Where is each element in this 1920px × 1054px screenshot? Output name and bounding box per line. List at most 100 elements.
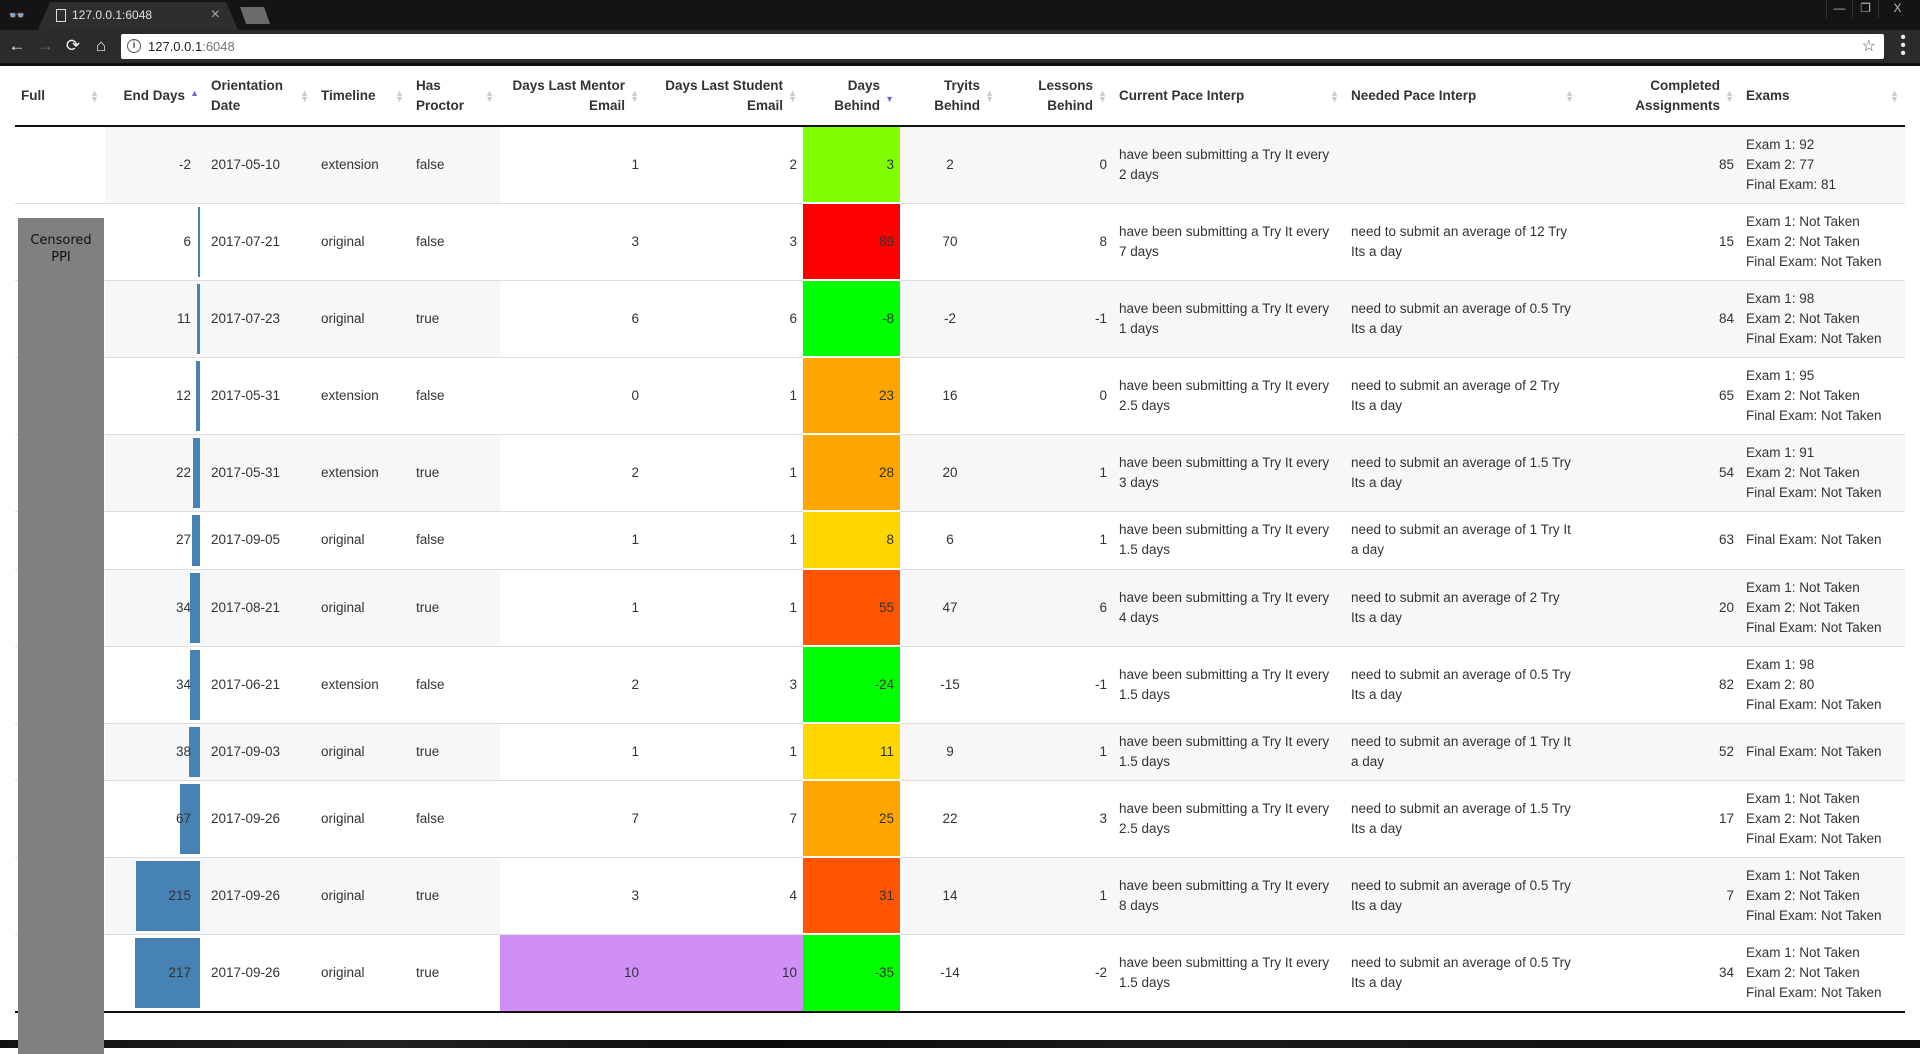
sort-down-icon: ▼ (630, 93, 639, 104)
cell-exams: Exam 1: Not Taken Exam 2: Not Taken Final … (1740, 779, 1905, 857)
cell-current-pace: have been submitting a Try It every 1.5 … (1113, 722, 1345, 780)
sort-icon[interactable]: ▲▼ (1725, 88, 1734, 103)
cell-timeline: original (315, 202, 410, 280)
cell-days-last-student-email: 3 (645, 645, 803, 723)
cell-orientation-date: 2017-08-21 (205, 568, 315, 646)
sort-icon[interactable]: ▲▼ (985, 88, 994, 103)
exam-line: Exam 1: 98 (1746, 656, 1815, 672)
table-row[interactable]: 38 2017-09-03 original true 1 1 11 9 1 have been … (15, 722, 1905, 780)
column-header-needed-pace[interactable]: Needed Pace Interp ▲ ▼ (1345, 66, 1580, 127)
cell-current-pace: have been submitting a Try It every 2.5 … (1113, 779, 1345, 857)
cell-tryits-behind: 2 (900, 126, 1000, 203)
table-row[interactable]: 34 2017-06-21 extension false 2 3 -24 -15 -1 have… (15, 645, 1905, 723)
cell-orientation-date: 2017-05-10 (205, 126, 315, 203)
column-header-completed[interactable]: Completed Assignments ▲ ▼ (1580, 66, 1740, 127)
back-icon[interactable]: ← (6, 35, 28, 57)
sort-icon[interactable]: ▲▼ (190, 88, 199, 102)
window-close-button[interactable]: X (1878, 0, 1916, 18)
cell-timeline: original (315, 279, 410, 357)
exam-line: Exam 2: Not Taken (1746, 310, 1860, 326)
exam-line: Exam 1: Not Taken (1746, 944, 1860, 960)
cell-days-last-mentor-email: 3 (500, 856, 645, 934)
column-header-days-behind[interactable]: Days Behind ▲▼ (803, 66, 900, 127)
cell-has-proctor: true (410, 933, 500, 1011)
cell-lessons-behind: 0 (1000, 356, 1113, 434)
table-row[interactable]: 217 2017-09-26 original true 10 10 -35 -14 -2 hav… (15, 933, 1905, 1011)
page-icon (56, 9, 66, 22)
cell-days-behind: 23 (803, 356, 900, 434)
sort-icon[interactable]: ▲▼ (300, 88, 309, 103)
end-days-value: 27 (175, 532, 191, 547)
table-row[interactable]: 67 2017-09-26 original false 7 7 25 22 3 have bee… (15, 779, 1905, 857)
sort-icon[interactable]: ▲▼ (885, 90, 894, 103)
cell-has-proctor: true (410, 856, 500, 934)
column-header-days-last-student-email[interactable]: Days Last Student Email ▲ ▼ (645, 66, 803, 127)
cell-lessons-behind: -1 (1000, 279, 1113, 357)
column-header-orientation-date[interactable]: Orientation Date ▲ ▼ (205, 66, 315, 127)
cell-lessons-behind: 8 (1000, 202, 1113, 280)
table-row[interactable]: 34 2017-08-21 original true 1 1 55 47 6 have been… (15, 568, 1905, 646)
cell-current-pace: have been submitting a Try It every 2.5 … (1113, 356, 1345, 434)
cell-days-behind: -24 (803, 645, 900, 723)
column-header-lessons-behind[interactable]: Lessons Behind ▲ ▼ (1000, 66, 1113, 127)
exam-line: Exam 1: Not Taken (1746, 867, 1860, 883)
cell-needed-pace: need to submit an average of 0.5 Try Its… (1345, 933, 1580, 1011)
cell-timeline: extension (315, 433, 410, 511)
browser-tab[interactable]: 127.0.0.1:6048 × (38, 2, 238, 30)
table-row[interactable]: 6 2017-07-21 original false 3 3 89 70 8 have been… (15, 202, 1905, 280)
table-row[interactable]: 12 2017-05-31 extension false 0 1 23 16 0 have be… (15, 356, 1905, 434)
browser-menu-icon[interactable]: • • • (1896, 30, 1910, 62)
column-header-current-pace[interactable]: Current Pace Interp ▲ ▼ (1113, 66, 1345, 127)
column-header-end-days[interactable]: End Days ▲▼ (105, 66, 205, 127)
cell-has-proctor: false (410, 645, 500, 723)
table-row[interactable]: 215 2017-09-26 original true 3 4 31 14 1 have bee… (15, 856, 1905, 934)
column-header-has-proctor[interactable]: Has Proctor ▲ ▼ (410, 66, 500, 127)
column-header-days-last-mentor-email[interactable]: Days Last Mentor Email ▲ ▼ (500, 66, 645, 127)
new-tab-button[interactable] (240, 7, 270, 24)
cell-end-days: 215 (105, 856, 205, 934)
exam-line: Final Exam: Not Taken (1746, 696, 1882, 712)
sort-icon[interactable]: ▲▼ (1565, 88, 1574, 103)
column-label: Timeline (321, 87, 376, 103)
sort-icon[interactable]: ▲▼ (788, 88, 797, 104)
cell-exams: Exam 1: 98 Exam 2: Not Taken Final Exam: N… (1740, 279, 1905, 357)
column-header-tryits-behind[interactable]: Tryits Behind ▲ ▼ (900, 66, 1000, 127)
cell-needed-pace: need to submit an average of 1 Try It a … (1345, 510, 1580, 569)
exam-line: Final Exam: Not Taken (1746, 253, 1882, 269)
sort-icon[interactable]: ▲▼ (90, 88, 99, 103)
table-row[interactable]: 22 2017-05-31 extension true 2 1 28 20 1 have bee… (15, 433, 1905, 511)
table-row[interactable]: -2 2017-05-10 extension false 1 2 3 2 0 have been… (15, 125, 1905, 203)
address-bar[interactable]: i 127.0.0.1:6048 ☆ (121, 34, 1884, 59)
close-tab-icon[interactable]: × (211, 6, 220, 24)
reload-icon[interactable]: ⟳ (62, 35, 84, 57)
cell-orientation-date: 2017-05-31 (205, 433, 315, 511)
sort-icon[interactable]: ▲▼ (630, 88, 639, 104)
cell-days-last-mentor-email: 3 (500, 202, 645, 280)
cell-orientation-date: 2017-07-23 (205, 279, 315, 357)
exam-line: Final Exam: Not Taken (1746, 532, 1882, 547)
bookmark-star-icon[interactable]: ☆ (1862, 36, 1876, 56)
sort-icon[interactable]: ▲▼ (1890, 88, 1899, 103)
column-header-timeline[interactable]: Timeline ▲ ▼ (315, 66, 410, 127)
table-row[interactable]: 27 2017-09-05 original false 1 1 8 6 1 have been … (15, 510, 1905, 569)
cell-timeline: extension (315, 645, 410, 723)
sort-down-icon: ▼ (788, 93, 797, 104)
info-icon[interactable]: i (127, 39, 141, 53)
cell-needed-pace: need to submit an average of 0.5 Try Its… (1345, 645, 1580, 723)
cell-current-pace: have been submitting a Try It every 1.5 … (1113, 645, 1345, 723)
sort-icon[interactable]: ▲▼ (395, 88, 404, 103)
cell-end-days: 217 (105, 933, 205, 1011)
sort-icon[interactable]: ▲▼ (485, 88, 494, 103)
forward-icon[interactable]: → (34, 35, 56, 57)
home-icon[interactable]: ⌂ (90, 35, 112, 57)
url-text[interactable]: 127.0.0.1:6048 (148, 39, 235, 54)
column-header-exams[interactable]: Exams ▲ ▼ (1740, 66, 1905, 127)
end-days-value: 215 (168, 887, 191, 903)
sort-icon[interactable]: ▲▼ (1330, 88, 1339, 103)
minimize-button[interactable]: — (1826, 0, 1852, 18)
restore-button[interactable]: ❐ (1852, 0, 1878, 18)
cell-end-days: 12 (105, 356, 205, 434)
table-row[interactable]: 11 2017-07-23 original true 6 6 -8 -2 -1 have bee… (15, 279, 1905, 357)
sort-icon[interactable]: ▲▼ (1098, 88, 1107, 103)
column-header-full[interactable]: Full ▲ ▼ (15, 66, 105, 127)
